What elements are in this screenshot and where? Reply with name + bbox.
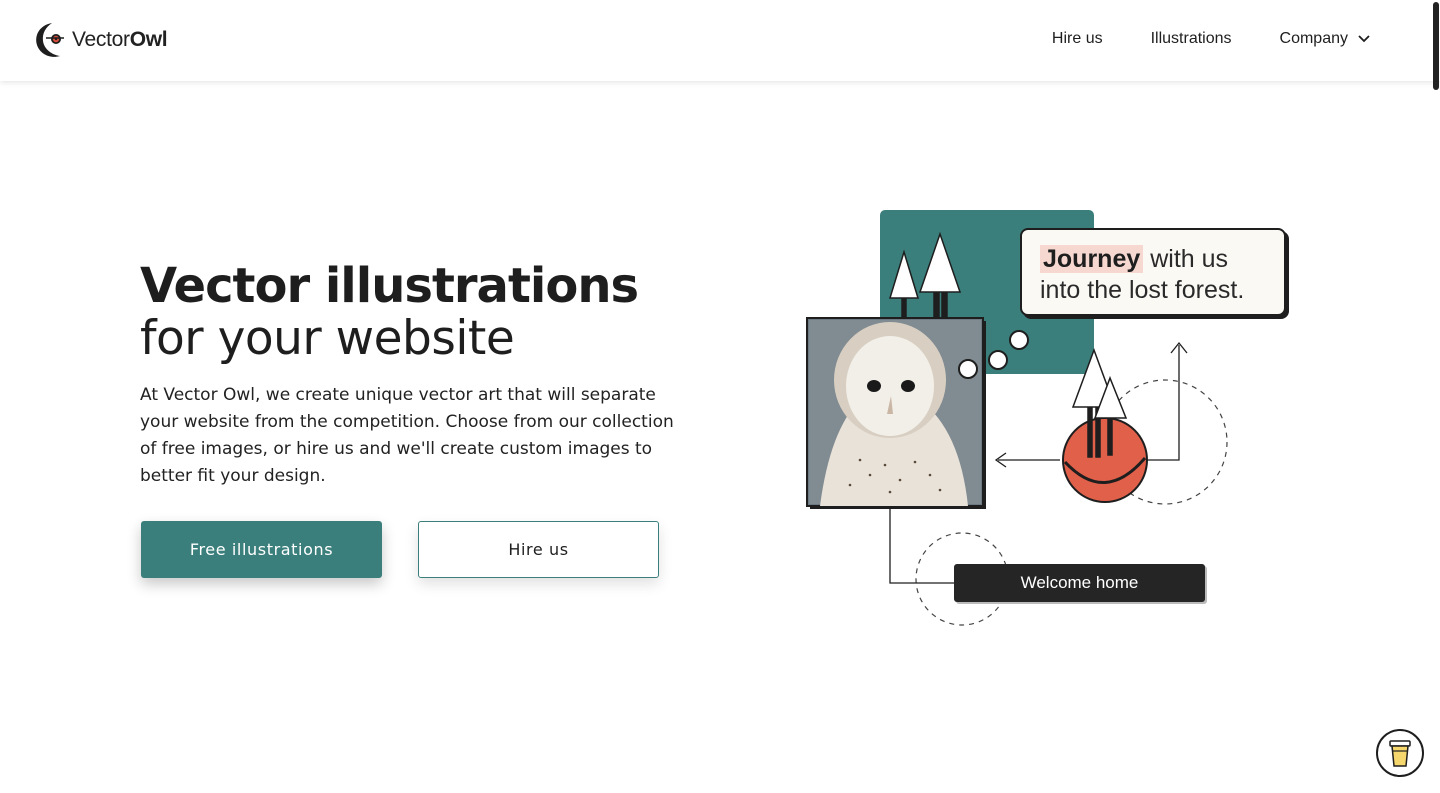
hero-title: Vector illustrations for your website bbox=[140, 258, 700, 364]
thought-bubble bbox=[988, 350, 1008, 370]
chevron-down-icon bbox=[1358, 35, 1370, 43]
thought-bubble bbox=[958, 359, 978, 379]
quote-text: Journey with us into the lost forest. bbox=[1040, 244, 1266, 306]
nav-illustrations[interactable]: Illustrations bbox=[1151, 30, 1232, 48]
welcome-home-label: Welcome home bbox=[954, 564, 1205, 602]
logo-text: VectorOwl bbox=[72, 28, 168, 52]
owl-photo bbox=[806, 317, 984, 507]
logo-word-owl: Owl bbox=[129, 28, 168, 51]
coffee-button[interactable] bbox=[1376, 729, 1424, 777]
quote-highlight: Journey bbox=[1040, 245, 1144, 273]
hero-title-line1: Vector illustrations bbox=[140, 258, 639, 314]
scrollbar-thumb[interactable] bbox=[1433, 2, 1439, 90]
hire-us-button[interactable]: Hire us bbox=[418, 521, 659, 578]
logo-word-vector: Vector bbox=[72, 28, 130, 51]
quote-card: Journey with us into the lost forest. bbox=[1020, 228, 1286, 316]
nav-hire-us[interactable]: Hire us bbox=[1052, 30, 1103, 48]
owl-logo-icon bbox=[36, 23, 64, 57]
coffee-cup-icon bbox=[1389, 740, 1411, 767]
nav-company[interactable]: Company bbox=[1280, 30, 1370, 48]
scrollbar[interactable] bbox=[1432, 0, 1440, 793]
nav-company-label: Company bbox=[1279, 30, 1348, 47]
hero-description: At Vector Owl, we create unique vector a… bbox=[140, 385, 674, 486]
site-header: VectorOwl Hire us Illustrations Company bbox=[0, 0, 1440, 81]
logo[interactable]: VectorOwl bbox=[34, 20, 168, 60]
hero-title-line2: for your website bbox=[140, 311, 515, 366]
coral-circle bbox=[1062, 417, 1148, 503]
main-nav: Hire us Illustrations Company bbox=[1052, 30, 1370, 48]
hero-illustration: Journey with us into the lost forest. We… bbox=[790, 200, 1310, 640]
thought-bubble bbox=[1009, 330, 1029, 350]
free-illustrations-button[interactable]: Free illustrations bbox=[141, 521, 382, 578]
